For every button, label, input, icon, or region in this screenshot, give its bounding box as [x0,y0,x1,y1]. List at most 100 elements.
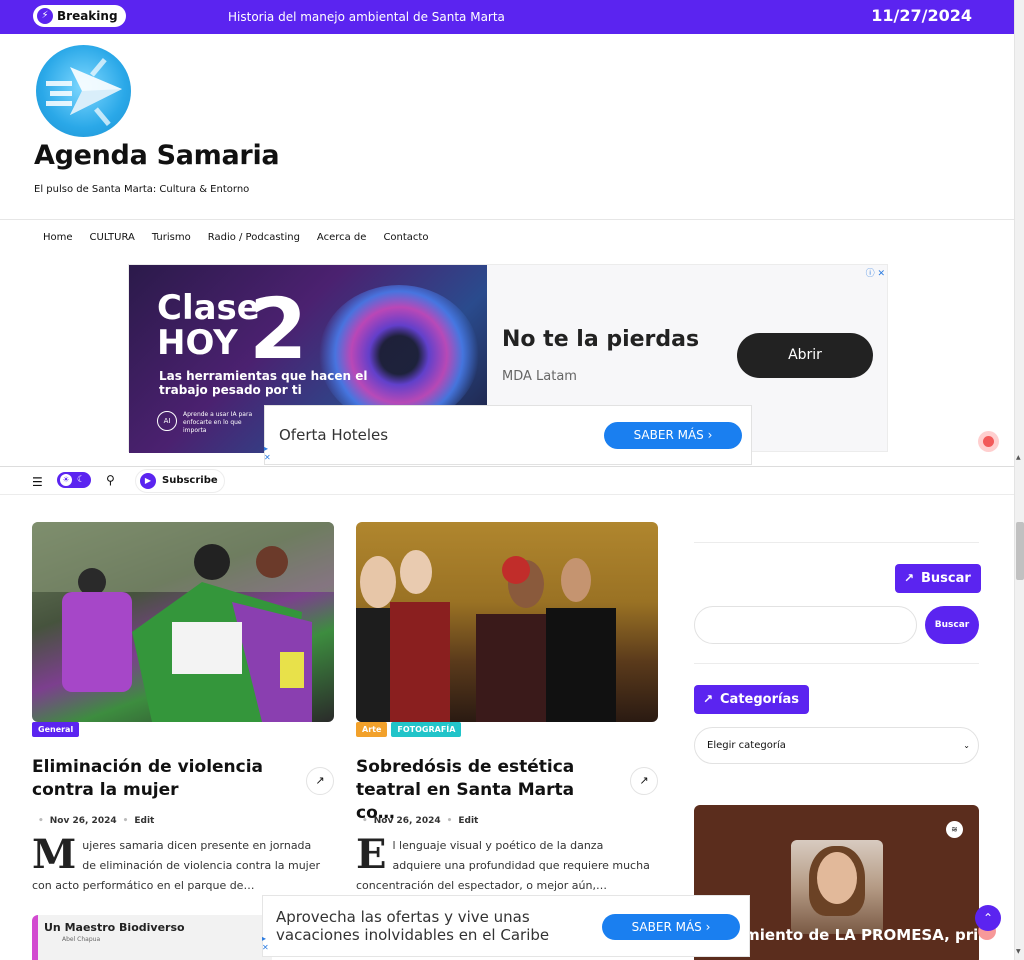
post-image-title: Un Maestro Biodiverso [44,921,185,934]
post-excerpt-text: l lenguaje visual y poético de la danza … [356,839,650,892]
subscribe-button[interactable]: ▶ Subscribe [135,469,225,493]
ad-hotels-cta-button[interactable]: SABER MÁS › [604,422,742,449]
post-image[interactable]: Un Maestro Biodiverso Abel Chapua [32,915,272,960]
ad-image-eye-graphic [319,285,479,425]
ad-banner-caribe[interactable]: Aprovecha las ofertas y vive unas vacaci… [262,895,750,957]
adchoices-icon[interactable]: ▸ ✕ [264,444,271,462]
categories-widget-heading: ↗ Categorías [694,685,809,714]
sidebar-divider [694,542,979,543]
post-card: General Eliminación de violencia contra … [32,522,334,892]
meta-dot: • [38,816,44,826]
post-edit-link[interactable]: Edit [134,816,154,826]
search-input[interactable] [694,606,917,644]
ad-image-line1: Clase [157,288,260,328]
double-chevron-up-icon[interactable]: ⌃ [975,905,1001,931]
play-icon: ▶ [140,473,156,489]
search-button[interactable]: Buscar [925,606,979,644]
ad-caribe-cta-button[interactable]: SABER MÁS › [602,914,740,940]
breaking-headline[interactable]: Historia del manejo ambiental de Santa M… [228,0,505,34]
post-date[interactable]: Nov 26, 2024 [374,816,441,826]
breaking-label: Breaking [57,9,118,23]
meta-dot: • [446,816,453,826]
nav-item-contacto[interactable]: Contacto [383,232,428,243]
post-tags: Arte FOTOGRAFÍA [356,722,462,737]
category-select-value: Elegir categoría [707,740,786,751]
post-image-graphic [356,550,616,722]
search-icon[interactable]: ⚲ [106,473,115,487]
arrow-up-right-icon: ↗ [904,571,915,585]
scroll-down-icon[interactable]: ▼ [1016,948,1021,955]
breaking-news-bar: ⚡ Breaking Historia del manejo ambiental… [0,0,1014,34]
notification-bell-icon[interactable] [978,431,999,452]
nav-item-home[interactable]: Home [43,232,73,243]
post-edit-link[interactable]: Edit [458,816,478,826]
thumb-accent [32,915,38,960]
arrow-up-right-icon[interactable]: ↗ [306,767,334,795]
meta-dot: • [362,816,368,826]
spotify-icon[interactable]: ≋ [946,821,963,838]
tag-general[interactable]: General [32,722,80,737]
post-card: Arte FOTOGRAFÍA Sobredósis de estética t… [356,522,658,892]
ad-hotels-cta-label: SABER MÁS [633,428,704,442]
sticky-toolbar: ☰ ☀ ☾ ⚲ ▶ Subscribe [0,467,1014,495]
post-image[interactable] [356,522,658,722]
cover-face [817,852,857,904]
categories-heading-label: Categorías [720,692,799,707]
breaking-badge: ⚡ Breaking [33,5,126,27]
arrow-up-right-icon[interactable]: ↗ [630,767,658,795]
category-select[interactable]: Elegir categoría ⌄ [694,727,979,764]
ad-banner-hotels[interactable]: Oferta Hoteles SABER MÁS › [264,405,752,465]
hamburger-icon[interactable]: ☰ [32,476,43,488]
post-date[interactable]: Nov 26, 2024 [50,816,117,826]
podcast-cover[interactable] [791,840,883,934]
search-heading-label: Buscar [921,571,971,586]
ad-caribe-text[interactable]: Aprovecha las ofertas y vive unas vacaci… [276,908,556,944]
ad-image-tagline: Las herramientas que hacen el trabajo pe… [159,369,368,397]
moon-icon: ☾ [77,475,86,485]
page: ⚡ Breaking Historia del manejo ambiental… [0,0,1024,960]
ad-close-icon[interactable]: ⓘ ✕ [866,266,885,279]
ai-icon: AI [157,411,177,431]
tag-fotografia[interactable]: FOTOGRAFÍA [391,722,462,737]
site-title[interactable]: Agenda Samaria [34,140,280,171]
ad-image-small-text: Aprende a usar IA para enfocarte en lo q… [183,411,253,434]
header-divider [0,219,1014,220]
meta-dot: • [122,816,129,826]
post-image-subtitle: Abel Chapua [62,936,101,943]
post-meta: • Nov 26, 2024 • Edit [32,816,154,826]
ad-image-number: 2 [249,280,308,378]
post-title[interactable]: Sobredósis de estética teatral en Santa … [356,756,596,825]
post-image[interactable] [32,522,334,722]
page-scrollbar[interactable]: ▲ ▼ [1014,0,1024,960]
nav-item-turismo[interactable]: Turismo [152,232,191,243]
post-meta: • Nov 26, 2024 • Edit [356,816,478,826]
scroll-up-icon[interactable]: ▲ [1016,454,1021,461]
nav-item-acerca-de[interactable]: Acerca de [317,232,367,243]
nav-item-radio-podcasting[interactable]: Radio / Podcasting [208,232,300,243]
scrollbar-thumb[interactable] [1016,522,1024,580]
adchoices-icon[interactable]: ▸ ✕ [262,934,269,952]
tag-arte[interactable]: Arte [356,722,388,737]
dark-mode-toggle[interactable]: ☀ ☾ [57,472,91,488]
ad-headline[interactable]: No te la pierdas [502,327,699,352]
arrow-up-right-icon: ↗ [703,692,714,706]
subscribe-label: Subscribe [162,475,218,486]
dropcap: M [32,831,77,878]
ad-caribe-cta-label: SABER MÁS [631,920,702,934]
podcast-title[interactable]: amiento de LA PROMESA, pri [734,926,978,944]
post-title[interactable]: Eliminación de violencia contra la mujer [32,756,272,802]
site-tagline: El pulso de Santa Marta: Cultura & Entor… [34,184,250,195]
post-excerpt: Mujeres samaria dicen presente en jornad… [32,831,328,896]
current-date: 11/27/2024 [871,6,972,25]
logo-graphic [46,58,122,126]
post-image-graphic [32,522,334,722]
ad-open-button[interactable]: Abrir [737,333,873,378]
dropcap: E [356,831,387,878]
sidebar-divider [694,663,979,664]
main-nav: Home CULTURA Turismo Radio / Podcasting … [43,232,428,243]
ad-image-line2: HOY [157,323,238,363]
site-logo[interactable] [36,45,131,137]
ad-advertiser[interactable]: MDA Latam [502,369,577,384]
ad-hotels-text[interactable]: Oferta Hoteles [279,426,388,444]
nav-item-cultura[interactable]: CULTURA [90,232,135,243]
